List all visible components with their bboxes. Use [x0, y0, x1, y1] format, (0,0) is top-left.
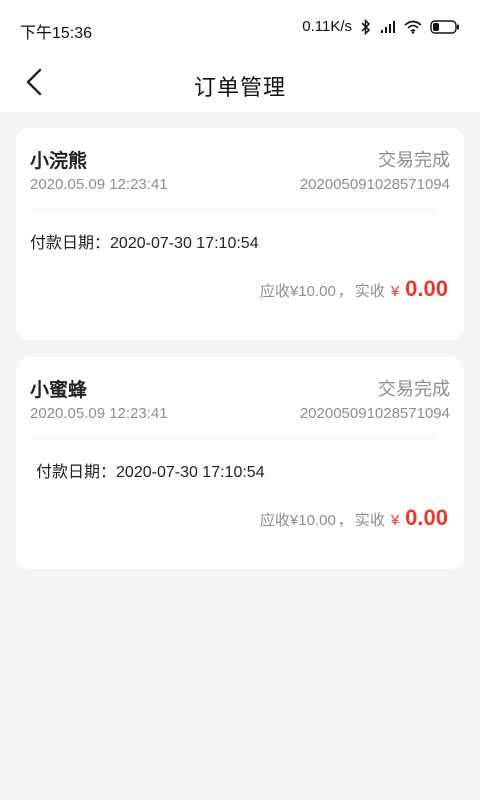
shop-name: 小浣熊 [30, 151, 88, 172]
payment-date-value: 2020-07-30 17:10:54 [110, 235, 259, 252]
order-number: 202005091028571094 [299, 176, 450, 193]
separator: ， [337, 512, 353, 529]
actual-label: 实收 [354, 283, 385, 300]
status-time: 下午15:36 [20, 25, 93, 42]
payment-date-row: 付款日期：2020-07-30 17:10:54 [30, 229, 259, 253]
currency-symbol: ¥ [390, 512, 400, 529]
actual-amount: 0.00 [405, 276, 448, 301]
order-time: 2020.05.09 12:23:41 [30, 405, 168, 422]
receivable-label: 应收 [259, 512, 290, 529]
currency-symbol: ¥ [390, 283, 400, 300]
payment-date-value: 2020-07-30 17:10:54 [116, 464, 265, 481]
network-speed: 0.11K/s [302, 18, 352, 35]
order-number: 202005091028571094 [299, 405, 450, 422]
order-card[interactable]: 小蜜蜂 交易完成 2020.05.09 12:23:41 20200509102… [16, 357, 464, 569]
payment-date-row: 付款日期：2020-07-30 17:10:54 [36, 458, 265, 482]
separator: ， [337, 283, 353, 300]
divider [32, 209, 434, 210]
nav-bar: 订单管理 [0, 56, 480, 112]
amount-row: 应收 ¥10.00，实收 ¥0.00 [260, 276, 448, 302]
battery-icon [430, 19, 460, 34]
shop-name: 小蜜蜂 [30, 380, 88, 401]
receivable-label: 应收 [259, 283, 290, 300]
status-right: 0.11K/s [302, 18, 460, 35]
status-bar: 下午15:36 0.11K/s [0, 0, 480, 56]
actual-label: 实收 [354, 512, 385, 529]
order-status: 交易完成 [378, 379, 450, 399]
signal-icon [380, 20, 396, 34]
receivable-amount: ¥10.00 [289, 283, 336, 300]
amount-row: 应收 ¥10.00，实收 ¥0.00 [260, 505, 448, 531]
receivable-amount: ¥10.00 [289, 512, 336, 529]
payment-date-label: 付款日期： [30, 235, 111, 252]
page-title: 订单管理 [193, 75, 286, 100]
bluetooth-icon [360, 18, 372, 35]
wifi-icon [404, 20, 422, 34]
order-time: 2020.05.09 12:23:41 [30, 176, 168, 193]
payment-date-label: 付款日期： [36, 464, 117, 481]
order-card[interactable]: 小浣熊 交易完成 2020.05.09 12:23:41 20200509102… [16, 128, 464, 340]
order-status: 交易完成 [378, 150, 450, 170]
actual-amount: 0.00 [405, 505, 448, 530]
divider [32, 438, 434, 439]
